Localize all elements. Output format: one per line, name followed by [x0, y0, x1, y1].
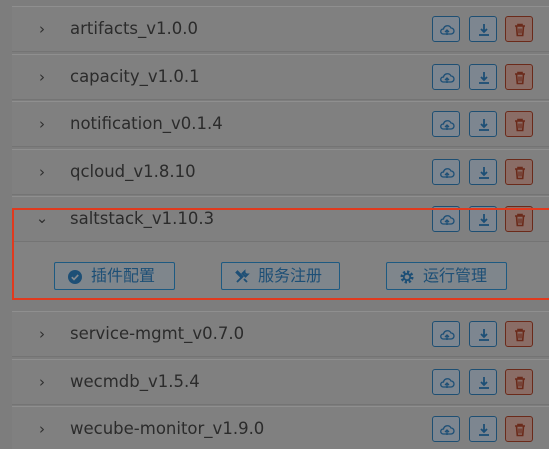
plugin-row[interactable]: › artifacts_v1.0.0	[12, 6, 549, 52]
cloud-upload-icon	[440, 25, 455, 35]
chevron-right-icon[interactable]: ›	[34, 373, 50, 391]
plugin-row[interactable]: › qcloud_v1.8.10	[12, 149, 549, 195]
trash-icon	[515, 23, 525, 37]
tools-icon	[235, 269, 250, 283]
cloud-upload-icon	[440, 378, 455, 388]
plugin-name: service-mgmt_v0.7.0	[70, 324, 245, 343]
chevron-right-icon[interactable]: ›	[34, 325, 50, 343]
delete-button[interactable]	[505, 111, 533, 137]
cloud-upload-icon	[440, 425, 455, 435]
plugin-name: wecmdb_v1.5.4	[70, 372, 200, 391]
gear-icon	[400, 270, 414, 284]
runtime-management-label: 运行管理	[423, 266, 488, 285]
trash-icon	[515, 423, 525, 437]
trash-icon	[515, 328, 525, 342]
download-button[interactable]	[469, 64, 497, 90]
delete-button[interactable]	[505, 416, 533, 442]
cloud-upload-icon	[440, 330, 455, 340]
download-icon	[479, 214, 489, 226]
plugin-name: artifacts_v1.0.0	[70, 19, 199, 38]
download-icon	[479, 167, 489, 179]
download-icon	[479, 119, 489, 131]
trash-icon	[515, 166, 525, 180]
cloud-upload-icon	[440, 215, 455, 225]
delete-button[interactable]	[505, 206, 533, 232]
plugin-row[interactable]: › service-mgmt_v0.7.0	[12, 311, 549, 357]
plugin-row[interactable]: › notification_v0.1.4	[12, 101, 549, 147]
plugin-row[interactable]: › capacity_v1.0.1	[12, 54, 549, 100]
upload-button[interactable]	[432, 416, 460, 442]
download-button[interactable]	[469, 321, 497, 347]
trash-icon	[515, 71, 525, 85]
plugin-row[interactable]: › wecube-monitor_v1.9.0	[12, 406, 549, 449]
trash-icon	[515, 118, 525, 132]
delete-button[interactable]	[505, 16, 533, 42]
trash-icon	[515, 213, 525, 227]
chevron-right-icon[interactable]: ›	[34, 115, 50, 133]
plugin-config-label: 插件配置	[91, 266, 156, 285]
delete-button[interactable]	[505, 159, 533, 185]
plugin-config-button[interactable]: 插件配置	[54, 262, 175, 290]
service-registration-button[interactable]: 服务注册	[221, 262, 340, 290]
plugin-name: saltstack_v1.10.3	[70, 209, 215, 228]
plugin-expand-panel: 插件配置 服务注册 运行管理	[14, 242, 549, 298]
service-registration-label: 服务注册	[258, 266, 323, 285]
delete-button[interactable]	[505, 64, 533, 90]
upload-button[interactable]	[432, 206, 460, 232]
download-button[interactable]	[469, 159, 497, 185]
plugin-name: notification_v0.1.4	[70, 114, 223, 133]
download-button[interactable]	[469, 206, 497, 232]
download-icon	[479, 72, 489, 84]
upload-button[interactable]	[432, 369, 460, 395]
plugin-name: capacity_v1.0.1	[70, 67, 200, 86]
chevron-right-icon[interactable]: ›	[34, 163, 50, 181]
upload-button[interactable]	[432, 321, 460, 347]
upload-button[interactable]	[432, 16, 460, 42]
download-button[interactable]	[469, 16, 497, 42]
plugin-row[interactable]: › wecmdb_v1.5.4	[12, 359, 549, 405]
download-button[interactable]	[469, 416, 497, 442]
plugin-row-expanded[interactable]: ⌄ saltstack_v1.10.3	[12, 196, 549, 242]
cloud-upload-icon	[440, 168, 455, 178]
plugin-name: wecube-monitor_v1.9.0	[70, 419, 265, 438]
cloud-upload-icon	[440, 120, 455, 130]
upload-button[interactable]	[432, 159, 460, 185]
runtime-management-button[interactable]: 运行管理	[386, 262, 507, 290]
trash-icon	[515, 376, 525, 390]
check-circle-icon	[68, 270, 82, 284]
chevron-right-icon[interactable]: ›	[34, 68, 50, 86]
download-icon	[479, 329, 489, 341]
download-button[interactable]	[469, 369, 497, 395]
chevron-down-icon[interactable]: ⌄	[34, 209, 50, 227]
plugin-list-panel: › artifacts_v1.0.0 › capacity_v1.0.1 › n…	[0, 0, 549, 449]
cloud-upload-icon	[440, 73, 455, 83]
delete-button[interactable]	[505, 321, 533, 347]
chevron-right-icon[interactable]: ›	[34, 420, 50, 438]
upload-button[interactable]	[432, 64, 460, 90]
download-icon	[479, 424, 489, 436]
chevron-right-icon[interactable]: ›	[34, 20, 50, 38]
download-icon	[479, 377, 489, 389]
plugin-name: qcloud_v1.8.10	[70, 162, 196, 181]
delete-button[interactable]	[505, 369, 533, 395]
download-button[interactable]	[469, 111, 497, 137]
upload-button[interactable]	[432, 111, 460, 137]
download-icon	[479, 24, 489, 36]
